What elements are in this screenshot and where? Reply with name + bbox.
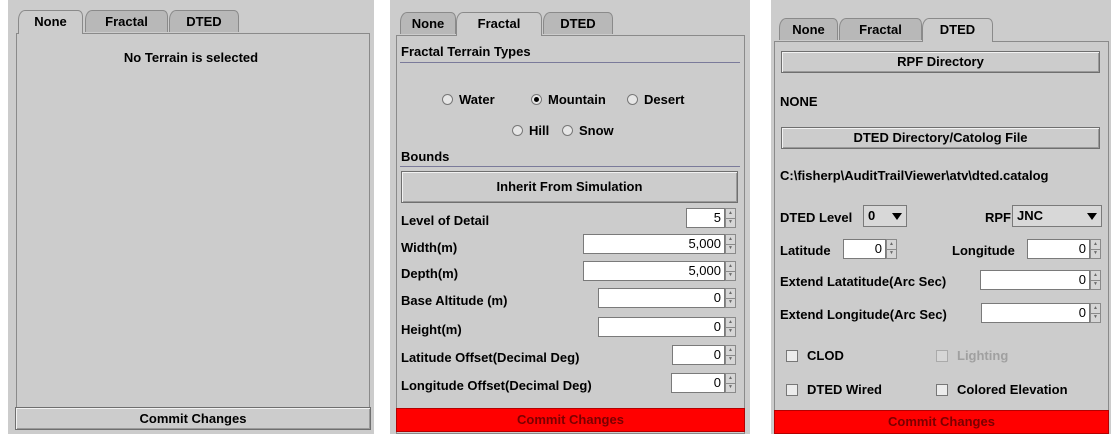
radio-hill[interactable]: [512, 125, 523, 136]
height-label: Height(m): [401, 322, 462, 337]
rpf-select[interactable]: JNC: [1012, 205, 1102, 227]
commit-changes-button[interactable]: Commit Changes: [15, 407, 371, 430]
clod-checkbox[interactable]: [786, 350, 798, 362]
inherit-from-simulation-button[interactable]: Inherit From Simulation: [401, 171, 738, 203]
dted-wired-checkbox[interactable]: [786, 384, 798, 396]
tab-fractal[interactable]: Fractal: [456, 12, 542, 36]
height-field[interactable]: 0: [598, 317, 725, 337]
extend-latitude-label: Extend Latatitude(Arc Sec): [780, 274, 947, 289]
radio-mountain[interactable]: [531, 94, 542, 105]
radio-snow[interactable]: [562, 125, 573, 136]
radio-mountain-label: Mountain: [548, 92, 606, 107]
height-spinner[interactable]: ▲ ▼: [725, 317, 736, 337]
tab-none[interactable]: None: [400, 12, 456, 34]
dted-level-label: DTED Level: [780, 210, 853, 225]
latitude-label: Latitude: [780, 243, 831, 258]
spin-down-icon[interactable]: ▼: [726, 298, 735, 307]
latitude-offset-spinner[interactable]: ▲ ▼: [725, 345, 736, 365]
fractal-types-title: Fractal Terrain Types: [401, 44, 531, 59]
divider: [400, 62, 740, 63]
level-of-detail-spinner[interactable]: ▲ ▼: [725, 208, 736, 228]
clod-label: CLOD: [807, 348, 844, 363]
extend-longitude-spinner[interactable]: ▲ ▼: [1090, 303, 1101, 323]
divider: [400, 166, 740, 167]
radio-snow-label: Snow: [579, 123, 614, 138]
level-of-detail-label: Level of Detail: [401, 213, 490, 228]
longitude-offset-field[interactable]: 0: [671, 373, 725, 393]
spin-down-icon[interactable]: ▼: [726, 383, 735, 392]
lighting-checkbox[interactable]: [936, 350, 948, 362]
extend-longitude-label: Extend Longitude(Arc Sec): [780, 307, 947, 322]
tab-dted[interactable]: DTED: [169, 10, 239, 32]
tab-none[interactable]: None: [18, 10, 83, 34]
longitude-spinner[interactable]: ▲ ▼: [1090, 239, 1101, 259]
rpf-value: JNC: [1017, 208, 1044, 223]
bounds-title: Bounds: [401, 149, 450, 164]
lighting-label: Lighting: [957, 348, 1009, 363]
terrain-panel-fractal: None Fractal DTED Fractal Terrain Types …: [390, 0, 750, 434]
rpf-label: RPF: [985, 210, 1011, 225]
terrain-panel-dted: None Fractal DTED RPF Directory NONE DTE…: [771, 0, 1111, 434]
tab-fractal[interactable]: Fractal: [839, 18, 922, 40]
width-label: Width(m): [401, 240, 458, 255]
latitude-spinner[interactable]: ▲ ▼: [886, 239, 897, 259]
radio-water[interactable]: [442, 94, 453, 105]
tab-fractal[interactable]: Fractal: [85, 10, 168, 32]
radio-desert[interactable]: [627, 94, 638, 105]
base-altitude-spinner[interactable]: ▲ ▼: [725, 288, 736, 308]
radio-desert-label: Desert: [644, 92, 685, 107]
extend-longitude-field[interactable]: 0: [981, 303, 1090, 323]
level-of-detail-field[interactable]: 5: [686, 208, 725, 228]
depth-label: Depth(m): [401, 266, 459, 281]
tab-dted[interactable]: DTED: [922, 18, 993, 42]
rpf-directory-button[interactable]: RPF Directory: [781, 51, 1100, 73]
commit-changes-button[interactable]: Commit Changes: [396, 408, 745, 432]
radio-water-label: Water: [459, 92, 495, 107]
chevron-down-icon[interactable]: [1087, 213, 1097, 220]
tab-none[interactable]: None: [779, 18, 838, 40]
longitude-field[interactable]: 0: [1027, 239, 1090, 259]
tab-dted[interactable]: DTED: [543, 12, 613, 34]
rpf-directory-value: NONE: [780, 94, 818, 109]
commit-changes-button[interactable]: Commit Changes: [774, 410, 1109, 434]
depth-spinner[interactable]: ▲ ▼: [725, 261, 736, 281]
chevron-down-icon[interactable]: [892, 213, 902, 220]
radio-hill-label: Hill: [529, 123, 550, 138]
extend-latitude-spinner[interactable]: ▲ ▼: [1090, 270, 1101, 290]
spin-down-icon[interactable]: ▼: [726, 327, 735, 336]
extend-latitude-field[interactable]: 0: [980, 270, 1090, 290]
spin-down-icon[interactable]: ▼: [1091, 249, 1100, 258]
dted-wired-label: DTED Wired: [807, 382, 882, 397]
depth-field[interactable]: 5,000: [583, 261, 725, 281]
base-altitude-label: Base Altitude (m): [401, 293, 508, 308]
dted-level-select[interactable]: 0: [863, 205, 907, 227]
longitude-label: Longitude: [952, 243, 1015, 258]
terrain-panel-none: None Fractal DTED No Terrain is selected…: [8, 0, 374, 434]
spin-down-icon[interactable]: ▼: [1091, 313, 1100, 322]
no-terrain-message: No Terrain is selected: [123, 50, 259, 65]
dted-directory-button[interactable]: DTED Directory/Catolog File: [781, 127, 1100, 149]
longitude-offset-spinner[interactable]: ▲ ▼: [725, 373, 736, 393]
tab-content: [16, 33, 370, 429]
spin-down-icon[interactable]: ▼: [726, 218, 735, 227]
colored-elevation-checkbox[interactable]: [936, 384, 948, 396]
dted-directory-value: C:\fisherp\AuditTrailViewer\atv\dted.cat…: [780, 168, 1049, 183]
base-altitude-field[interactable]: 0: [598, 288, 725, 308]
dted-level-value: 0: [868, 208, 876, 223]
width-spinner[interactable]: ▲ ▼: [725, 234, 736, 254]
latitude-offset-field[interactable]: 0: [672, 345, 725, 365]
spin-down-icon[interactable]: ▼: [726, 271, 735, 280]
latitude-field[interactable]: 0: [843, 239, 886, 259]
width-field[interactable]: 5,000: [583, 234, 725, 254]
spin-down-icon[interactable]: ▼: [887, 249, 896, 258]
longitude-offset-label: Longitude Offset(Decimal Deg): [401, 378, 592, 393]
spin-down-icon[interactable]: ▼: [726, 244, 735, 253]
colored-elevation-label: Colored Elevation: [957, 382, 1068, 397]
spin-down-icon[interactable]: ▼: [726, 355, 735, 364]
tab-content: [774, 41, 1109, 434]
latitude-offset-label: Latitude Offset(Decimal Deg): [401, 350, 580, 365]
spin-down-icon[interactable]: ▼: [1091, 280, 1100, 289]
